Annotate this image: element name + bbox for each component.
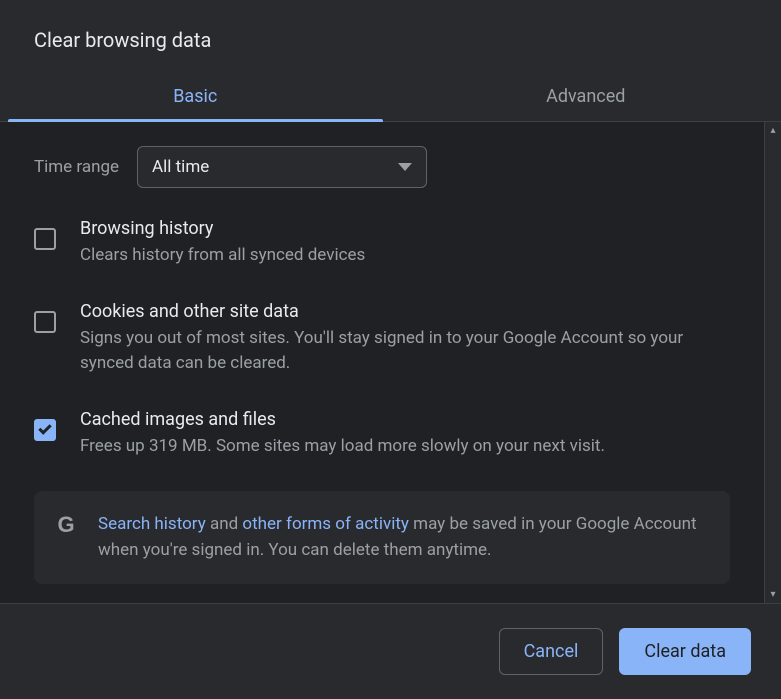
google-icon: G <box>52 511 80 539</box>
clear-data-button[interactable]: Clear data <box>619 628 751 675</box>
link-search-history[interactable]: Search history <box>98 514 206 534</box>
checkbox-cookies[interactable] <box>34 311 56 333</box>
scroll-up-icon[interactable]: ▴ <box>765 122 781 139</box>
option-title: Browsing history <box>80 218 730 239</box>
scrollbar[interactable]: ▴ ▾ <box>764 122 781 603</box>
option-title: Cookies and other site data <box>80 301 730 322</box>
option-desc: Signs you out of most sites. You'll stay… <box>80 326 730 377</box>
time-range-value: All time <box>152 157 209 177</box>
link-other-activity[interactable]: other forms of activity <box>242 514 409 534</box>
option-title: Cached images and files <box>80 409 730 430</box>
scroll-down-icon[interactable]: ▾ <box>765 586 781 603</box>
checkbox-cache[interactable] <box>34 419 56 441</box>
dialog-footer: Cancel Clear data <box>0 603 781 699</box>
time-range-select[interactable]: All time <box>137 146 427 188</box>
google-account-info: G Search history and other forms of acti… <box>34 491 730 584</box>
time-range-label: Time range <box>34 157 119 177</box>
scroll-track[interactable] <box>765 139 781 586</box>
option-cache: Cached images and files Frees up 319 MB.… <box>34 409 730 460</box>
checkmark-icon <box>38 421 51 434</box>
chevron-down-icon <box>398 163 412 171</box>
checkbox-browsing-history[interactable] <box>34 228 56 250</box>
cancel-button[interactable]: Cancel <box>499 628 604 675</box>
clear-browsing-data-dialog: Clear browsing data Basic Advanced Time … <box>0 0 781 699</box>
scroll-content: Time range All time Browsing history Cle… <box>0 122 764 603</box>
content-area: Time range All time Browsing history Cle… <box>0 122 781 603</box>
info-text: Search history and other forms of activi… <box>98 511 712 564</box>
option-cookies: Cookies and other site data Signs you ou… <box>34 301 730 377</box>
tab-basic[interactable]: Basic <box>0 72 391 121</box>
option-desc: Clears history from all synced devices <box>80 243 730 269</box>
dialog-title: Clear browsing data <box>0 0 781 72</box>
option-desc: Frees up 319 MB. Some sites may load mor… <box>80 434 730 460</box>
tab-advanced[interactable]: Advanced <box>391 72 781 121</box>
tabs: Basic Advanced <box>0 72 781 122</box>
option-browsing-history: Browsing history Clears history from all… <box>34 218 730 269</box>
time-range-row: Time range All time <box>34 146 730 188</box>
